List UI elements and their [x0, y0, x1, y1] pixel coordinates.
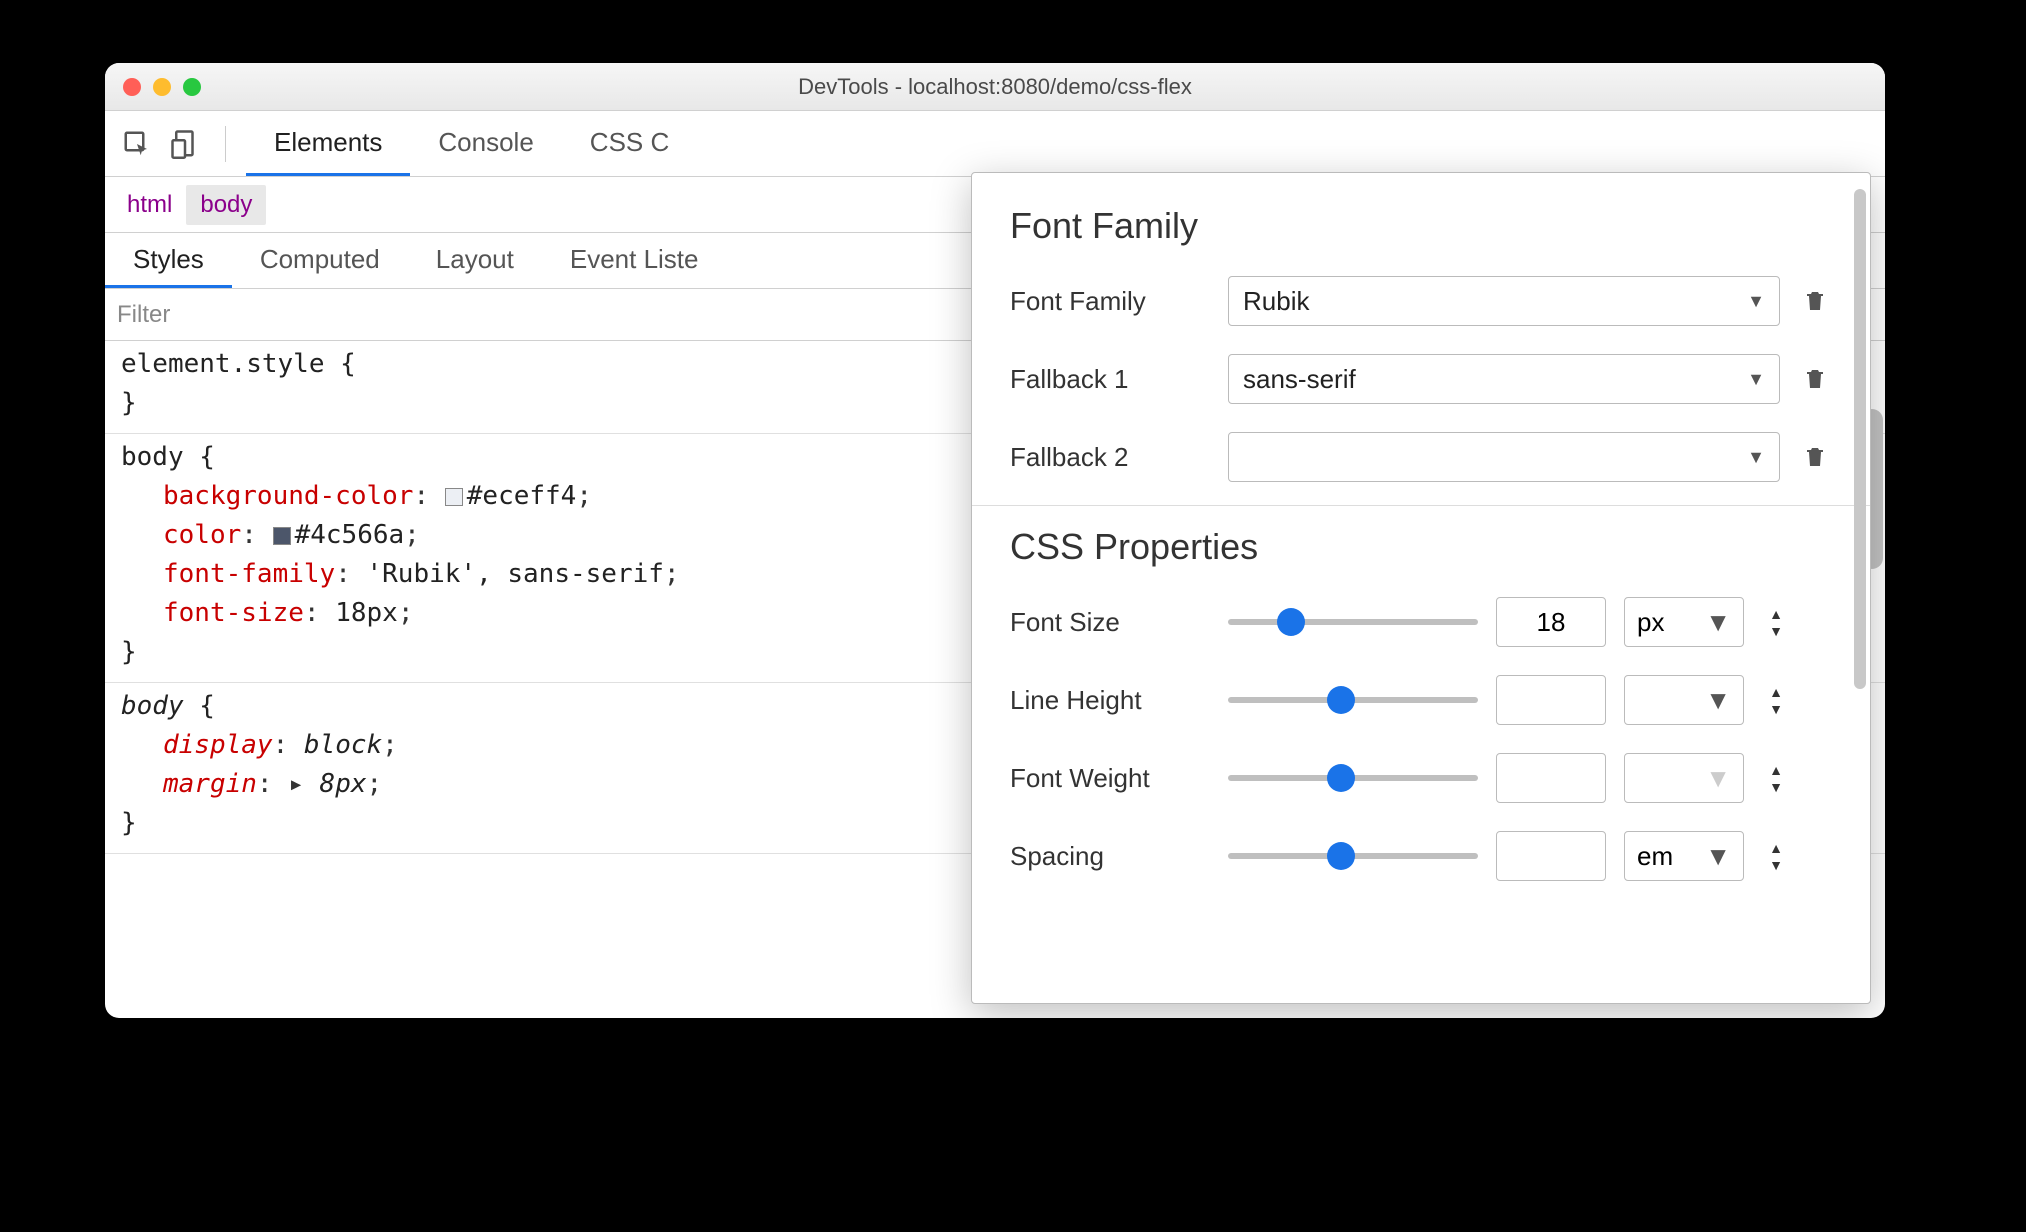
subtab-layout[interactable]: Layout — [408, 233, 542, 288]
font-select[interactable]: Rubik ▼ — [1228, 276, 1780, 326]
prop-label: Line Height — [1010, 685, 1210, 716]
minimize-window-button[interactable] — [153, 78, 171, 96]
prop-unit-select[interactable]: ▼ — [1624, 675, 1744, 725]
prop-stepper[interactable]: ▲ ▼ — [1762, 607, 1790, 638]
prop-label: Spacing — [1010, 841, 1210, 872]
tab-elements-label: Elements — [274, 127, 382, 158]
tab-css-overview-label: CSS C — [590, 127, 669, 158]
prop-slider[interactable] — [1228, 697, 1478, 703]
font-row-label: Font Family — [1010, 286, 1210, 317]
delete-font-button[interactable] — [1798, 365, 1832, 393]
unit-value: em — [1637, 841, 1673, 872]
inspect-element-icon[interactable] — [117, 124, 157, 164]
main-tabs: Elements Console CSS C — [246, 111, 697, 176]
tab-css-overview[interactable]: CSS C — [562, 111, 697, 176]
zoom-window-button[interactable] — [183, 78, 201, 96]
font-family-row: Fallback 2 ▼ — [1010, 427, 1832, 487]
font-family-row: Font Family Rubik ▼ — [1010, 271, 1832, 331]
prop-label: Font Weight — [1010, 763, 1210, 794]
css-prop-row: Font Size 18 px ▼ ▲ ▼ — [1010, 592, 1832, 652]
step-up-icon[interactable]: ▲ — [1769, 763, 1783, 777]
chevron-down-icon: ▼ — [1747, 369, 1765, 390]
slider-thumb[interactable] — [1327, 764, 1355, 792]
prop-unit-select[interactable]: ▼ — [1624, 753, 1744, 803]
css-prop-row: Spacing em ▼ ▲ ▼ — [1010, 826, 1832, 886]
prop-stepper[interactable]: ▲ ▼ — [1762, 685, 1790, 716]
tab-elements[interactable]: Elements — [246, 111, 410, 176]
delete-font-button[interactable] — [1798, 443, 1832, 471]
subtab-styles[interactable]: Styles — [105, 233, 232, 288]
prop-value-input[interactable] — [1496, 675, 1606, 725]
toolbar-separator — [225, 126, 226, 162]
prop-unit-select[interactable]: em ▼ — [1624, 831, 1744, 881]
chevron-down-icon: ▼ — [1705, 763, 1731, 794]
prop-stepper[interactable]: ▲ ▼ — [1762, 841, 1790, 872]
subtab-styles-label: Styles — [133, 244, 204, 275]
prop-unit-select[interactable]: px ▼ — [1624, 597, 1744, 647]
step-down-icon[interactable]: ▼ — [1769, 858, 1783, 872]
prop-value-input[interactable] — [1496, 831, 1606, 881]
font-row-label: Fallback 2 — [1010, 442, 1210, 473]
subtab-event-listeners-label: Event Liste — [570, 244, 699, 275]
window-title: DevTools - localhost:8080/demo/css-flex — [105, 74, 1885, 100]
titlebar: DevTools - localhost:8080/demo/css-flex — [105, 63, 1885, 111]
chevron-down-icon: ▼ — [1705, 607, 1731, 638]
slider-thumb[interactable] — [1327, 686, 1355, 714]
tab-console-label: Console — [438, 127, 533, 158]
prop-label: Font Size — [1010, 607, 1210, 638]
css-prop-row: Line Height ▼ ▲ ▼ — [1010, 670, 1832, 730]
font-select[interactable]: sans-serif ▼ — [1228, 354, 1780, 404]
css-prop-row: Font Weight ▼ ▲ ▼ — [1010, 748, 1832, 808]
traffic-lights — [105, 78, 201, 96]
step-down-icon[interactable]: ▼ — [1769, 624, 1783, 638]
step-up-icon[interactable]: ▲ — [1769, 841, 1783, 855]
panel-scrollbar-thumb[interactable] — [1854, 189, 1866, 689]
prop-slider[interactable] — [1228, 853, 1478, 859]
delete-font-button[interactable] — [1798, 287, 1832, 315]
step-up-icon[interactable]: ▲ — [1769, 607, 1783, 621]
prop-slider[interactable] — [1228, 775, 1478, 781]
font-select-value: sans-serif — [1243, 364, 1356, 395]
subtab-computed[interactable]: Computed — [232, 233, 408, 288]
unit-value: px — [1637, 607, 1664, 638]
subtab-computed-label: Computed — [260, 244, 380, 275]
font-family-section-title: Font Family — [1010, 205, 1832, 247]
font-family-row: Fallback 1 sans-serif ▼ — [1010, 349, 1832, 409]
css-properties-section-title: CSS Properties — [1010, 526, 1832, 568]
slider-thumb[interactable] — [1277, 608, 1305, 636]
subtab-event-listeners[interactable]: Event Liste — [542, 233, 727, 288]
step-up-icon[interactable]: ▲ — [1769, 685, 1783, 699]
crumb-body[interactable]: body — [186, 185, 266, 225]
font-select[interactable]: ▼ — [1228, 432, 1780, 482]
devtools-window: DevTools - localhost:8080/demo/css-flex … — [105, 63, 1885, 1018]
prop-stepper[interactable]: ▲ ▼ — [1762, 763, 1790, 794]
chevron-down-icon: ▼ — [1705, 841, 1731, 872]
font-row-label: Fallback 1 — [1010, 364, 1210, 395]
subtab-layout-label: Layout — [436, 244, 514, 275]
close-window-button[interactable] — [123, 78, 141, 96]
chevron-down-icon: ▼ — [1747, 291, 1765, 312]
main-toolbar: Elements Console CSS C — [105, 111, 1885, 177]
tab-console[interactable]: Console — [410, 111, 561, 176]
step-down-icon[interactable]: ▼ — [1769, 780, 1783, 794]
prop-slider[interactable] — [1228, 619, 1478, 625]
section-divider — [972, 505, 1870, 506]
step-down-icon[interactable]: ▼ — [1769, 702, 1783, 716]
slider-thumb[interactable] — [1327, 842, 1355, 870]
prop-value-input[interactable] — [1496, 753, 1606, 803]
crumb-html[interactable]: html — [113, 185, 186, 225]
chevron-down-icon: ▼ — [1747, 447, 1765, 468]
font-editor-panel: Font Family Font Family Rubik ▼ Fallback… — [971, 172, 1871, 1004]
font-select-value: Rubik — [1243, 286, 1309, 317]
device-toolbar-icon[interactable] — [165, 124, 205, 164]
chevron-down-icon: ▼ — [1705, 685, 1731, 716]
prop-value-input[interactable]: 18 — [1496, 597, 1606, 647]
